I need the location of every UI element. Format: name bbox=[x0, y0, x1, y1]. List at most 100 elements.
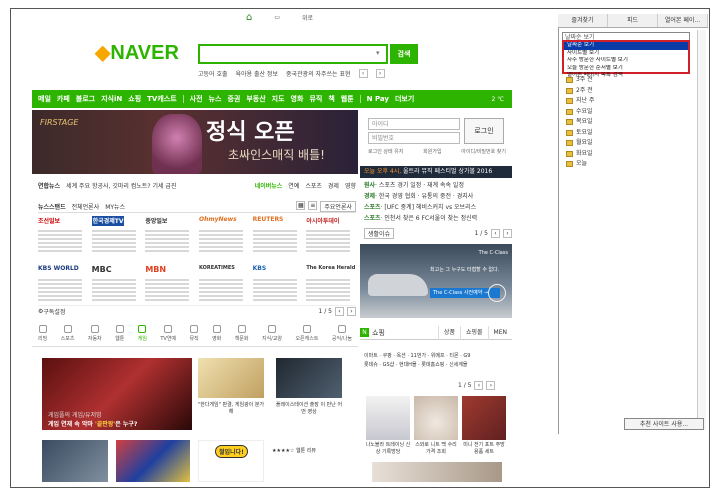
promo-more-dropdown[interactable]: 생활이슈 bbox=[364, 228, 395, 239]
next-icon[interactable]: › bbox=[503, 229, 512, 238]
login-button[interactable]: 로그인 bbox=[464, 118, 504, 144]
press-item[interactable]: 조선일보 bbox=[38, 216, 88, 256]
suggest-item[interactable]: 육아용 출산 정보 bbox=[236, 69, 278, 78]
thumbnail-caption[interactable]: "한다게임" 판결, 게임광이 분가해 bbox=[196, 402, 266, 416]
suggest-item[interactable]: 중국관광의 자주쓰는 표현 bbox=[286, 69, 351, 78]
press-item[interactable]: KBS bbox=[252, 265, 303, 305]
category-movie[interactable]: 영화 bbox=[212, 325, 221, 346]
thumbnail-image[interactable] bbox=[198, 358, 264, 398]
option-by-date[interactable]: 날짜순 보기 bbox=[564, 42, 688, 50]
thumbnail-caption[interactable]: 플레이스테이션 출장 이 만난 어떤 영상 bbox=[274, 402, 344, 416]
press-item[interactable]: REUTERS bbox=[252, 216, 303, 256]
list-view-icon[interactable]: ≡ bbox=[308, 201, 318, 210]
grid-view-icon[interactable]: ▦ bbox=[296, 201, 306, 210]
menu-npay[interactable]: N Pay bbox=[367, 95, 389, 103]
category-game[interactable]: 게임 bbox=[138, 325, 147, 346]
menu-blog[interactable]: 블로그 bbox=[76, 94, 95, 104]
category-webtoon[interactable]: 웹툰 bbox=[115, 325, 124, 346]
category-living[interactable]: 리빙 bbox=[38, 325, 47, 346]
tab-back[interactable]: 위로 bbox=[296, 11, 319, 23]
tab-all-press[interactable]: 전체언론사 bbox=[72, 202, 100, 211]
signup-link[interactable]: 회원가입 bbox=[423, 148, 441, 158]
menu-shopping[interactable]: 쇼핑 bbox=[128, 94, 141, 104]
naver-logo[interactable]: ◆NAVER bbox=[95, 40, 179, 65]
ticker-headline[interactable]: 세계 주요 항공사, 깃마리 컴노트? 기세 급진 bbox=[66, 181, 176, 190]
list-item[interactable]: 스포츠· 인천서 찾은 6 FC서울이 찾는 정신력 bbox=[364, 213, 512, 224]
list-item[interactable]: 경제· 한국 경영 협회 · 유통의 중전 · 경지사 bbox=[364, 191, 512, 202]
keep-login-checkbox[interactable]: 로그인 상태 유지 bbox=[368, 148, 403, 158]
mall-links[interactable]: 이마트 · 쿠팡 · 옥션 · 11번가 · 위메프 · 티몬 · G9 bbox=[364, 352, 512, 361]
prev-icon[interactable]: ‹ bbox=[335, 307, 344, 316]
tab-feeds[interactable]: 피드 bbox=[608, 14, 658, 27]
next-icon[interactable]: › bbox=[486, 381, 496, 390]
next-icon[interactable]: › bbox=[347, 307, 356, 316]
history-day-item[interactable]: 토요일 bbox=[566, 128, 666, 139]
option-most-visited[interactable]: 자주 방문한 사이트별 보기 bbox=[564, 57, 688, 65]
history-day-item[interactable]: 오늘 bbox=[566, 159, 666, 170]
menu-webtoon[interactable]: 웹툰 bbox=[341, 94, 354, 104]
prev-icon[interactable]: ‹ bbox=[474, 381, 484, 390]
game-banner-ad[interactable]: FIRSTAGE 정식 오픈 초싸인스매직 배틀! bbox=[32, 110, 358, 174]
product-caption[interactable]: 나노블라 트레이닝 신상 기록방당 bbox=[365, 442, 411, 456]
ticker-link-sports[interactable]: 스포츠 bbox=[305, 181, 322, 190]
search-button[interactable]: 검색 bbox=[390, 44, 418, 64]
suggest-prev-icon[interactable]: ‹ bbox=[358, 68, 368, 78]
history-day-item[interactable]: 목요일 bbox=[566, 117, 666, 128]
press-dropdown[interactable]: 주요언론사 bbox=[320, 201, 356, 212]
category-car[interactable]: 자동차 bbox=[88, 325, 102, 346]
press-item[interactable]: 한국경제TV bbox=[91, 216, 142, 256]
list-item[interactable]: 스포츠· [UFC 중계] 헤비스커치 vs 오브리스 bbox=[364, 202, 512, 213]
recommended-sites-button[interactable]: 추천 사이트 사용... bbox=[624, 418, 704, 430]
tab-blank[interactable]: ▭ bbox=[268, 11, 286, 23]
find-account-link[interactable]: 아이디/비밀번호 찾기 bbox=[461, 148, 506, 158]
thumbnail-image[interactable] bbox=[276, 358, 342, 398]
product-image[interactable] bbox=[462, 396, 506, 440]
ticker-link-more[interactable]: 영향 bbox=[345, 181, 356, 190]
press-item[interactable]: KBS WORLD bbox=[38, 265, 88, 305]
search-input[interactable] bbox=[198, 44, 388, 64]
menu-more[interactable]: 더보기 bbox=[395, 94, 414, 104]
thumbnail-image[interactable] bbox=[42, 440, 108, 482]
tab-history[interactable]: 열어본 페이... bbox=[658, 14, 708, 27]
naver-news-link[interactable]: 네이버뉴스 bbox=[255, 181, 283, 190]
tab-favorites[interactable]: 즐겨찾기 bbox=[558, 14, 608, 27]
press-item[interactable]: The Korea Herald bbox=[306, 265, 356, 305]
tab-men[interactable]: MEN bbox=[487, 325, 512, 340]
car-ad[interactable]: The C-Class 최고는 그 누구도 타협할 수 없다. The C-Cl… bbox=[360, 244, 512, 318]
product-image[interactable] bbox=[366, 396, 410, 440]
home-icon[interactable]: ⌂ bbox=[240, 11, 258, 23]
product-caption[interactable]: 스와로 니트 백 수리 가격 조회 bbox=[413, 442, 459, 456]
menu-kin[interactable]: 지식iN bbox=[101, 94, 122, 104]
product-image[interactable] bbox=[372, 462, 502, 482]
history-day-item[interactable]: 지난 주 bbox=[566, 96, 666, 107]
history-day-item[interactable]: 3주 전 bbox=[566, 75, 666, 86]
suggest-item[interactable]: 고등어 호출 bbox=[198, 69, 228, 78]
menu-map[interactable]: 지도 bbox=[272, 94, 285, 104]
menu-music[interactable]: 뮤직 bbox=[309, 94, 322, 104]
promo-header[interactable]: 오늘 오후 4시, 울트라 뮤직 페스티벌 상가볼 2016 bbox=[360, 166, 512, 178]
tab-newsstand[interactable]: 뉴스스탠드 bbox=[38, 202, 66, 211]
suggest-next-icon[interactable]: › bbox=[375, 68, 385, 78]
history-day-item[interactable]: 2주 전 bbox=[566, 86, 666, 97]
game-feature-card[interactable]: 게임플의 게임/유저밍 게임 연재 속 악마 '끝판왕'은 누구? bbox=[42, 358, 192, 430]
product-image[interactable] bbox=[414, 396, 458, 440]
login-id-field[interactable]: 아이디 bbox=[368, 118, 460, 130]
mall-links[interactable]: 롯데슈 · GS샵 · 현대H몰 · 롯데홈쇼핑 · 신세계몰 bbox=[364, 361, 512, 370]
tab-my-news[interactable]: MY뉴스 bbox=[105, 202, 125, 211]
category-music[interactable]: 뮤직 bbox=[189, 325, 199, 346]
review-caption[interactable]: ★★★★☆ 웹툰 리뷰 bbox=[272, 448, 342, 455]
press-item[interactable]: MBC bbox=[91, 265, 142, 305]
ticker-link-economy[interactable]: 경제 bbox=[328, 181, 339, 190]
press-item[interactable]: 아시아투데이 bbox=[306, 216, 356, 256]
category-sports[interactable]: 스포츠 bbox=[61, 325, 74, 346]
thumbnail-image[interactable] bbox=[116, 440, 190, 482]
press-item[interactable]: OhmyNews bbox=[199, 216, 249, 256]
thumbnail-image[interactable]: 절입니다! bbox=[198, 440, 264, 482]
shopping-title[interactable]: 쇼핑 bbox=[372, 328, 385, 338]
prev-icon[interactable]: ‹ bbox=[491, 229, 500, 238]
history-scrollbar[interactable] bbox=[697, 30, 706, 430]
menu-tvcast[interactable]: TV캐스트 bbox=[147, 94, 177, 104]
menu-news[interactable]: 뉴스 bbox=[209, 94, 222, 104]
menu-realestate[interactable]: 부동산 bbox=[246, 94, 265, 104]
product-caption[interactable]: 미니 전기 포트 주방용품 세트 bbox=[461, 442, 507, 456]
